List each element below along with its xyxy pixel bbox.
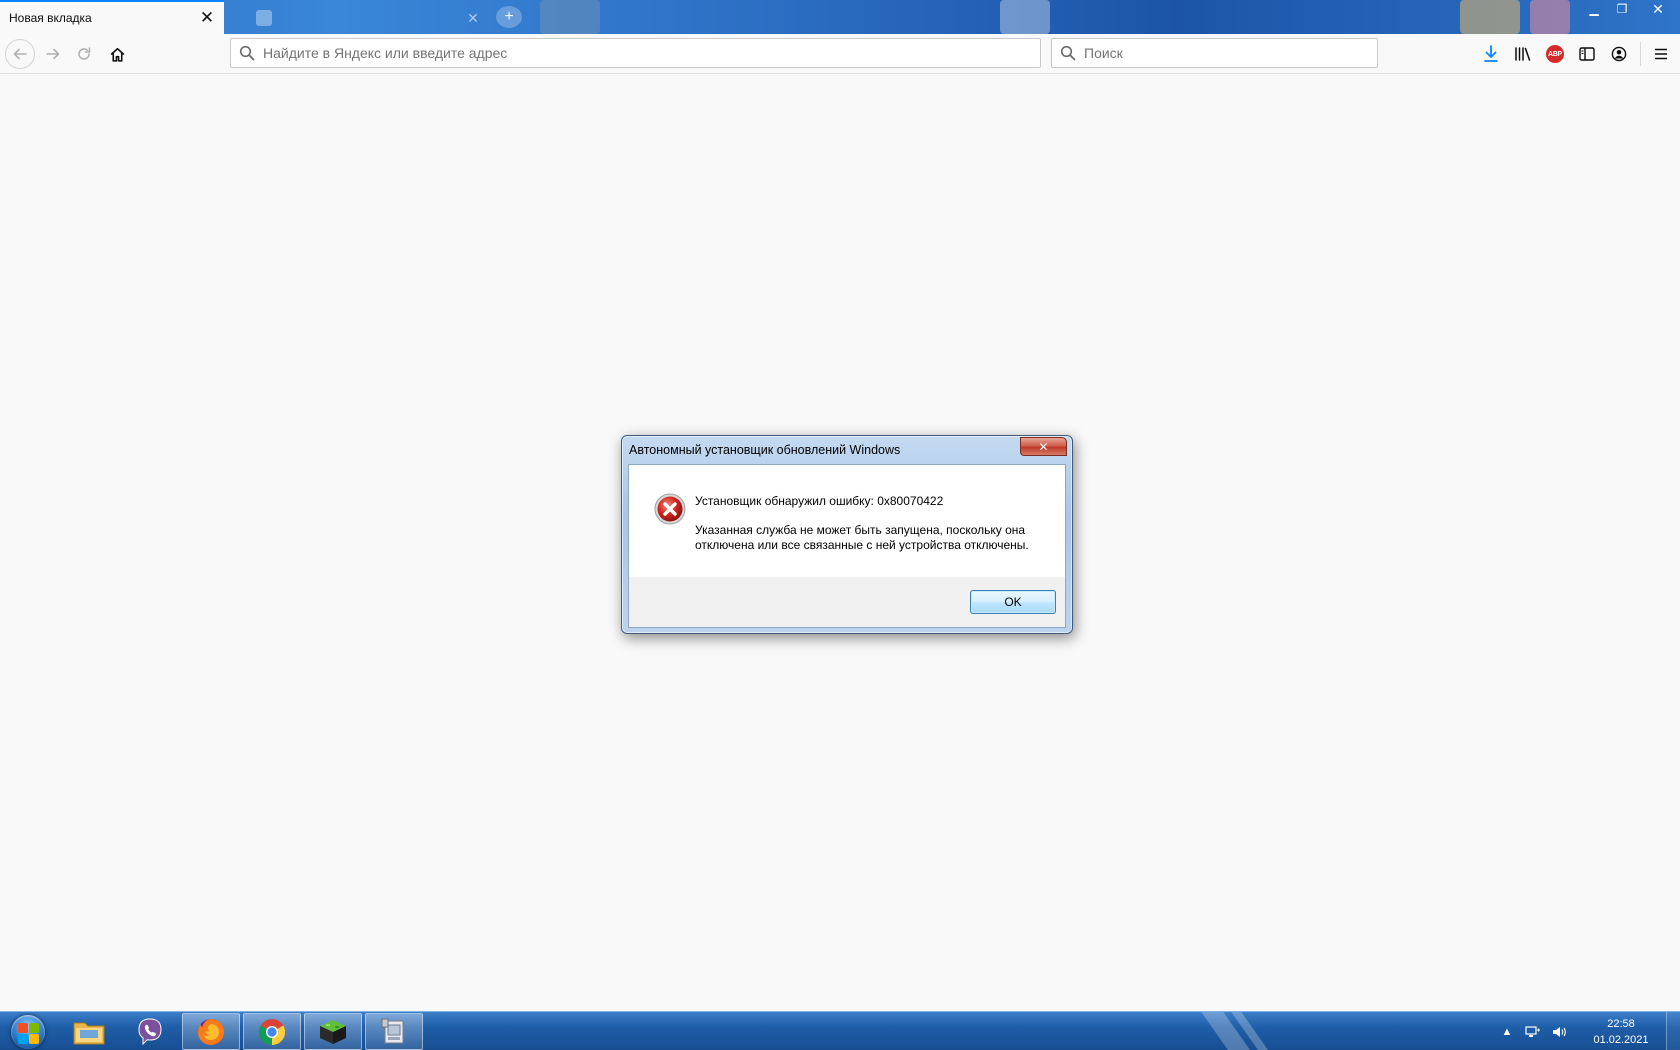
clock[interactable]: 22:58 01.02.2021 (1582, 1016, 1660, 1048)
restore-icon[interactable]: ❐ (1608, 0, 1636, 18)
url-input[interactable] (263, 45, 1040, 61)
search-icon (1052, 45, 1084, 61)
tab-new-tab[interactable]: Новая вкладка ✕ (0, 0, 224, 34)
dialog-heading: Установщик обнаружил ошибку: 0x80070422 (695, 494, 944, 508)
clock-time: 22:58 (1607, 1017, 1635, 1030)
home-icon (110, 47, 124, 62)
hamburger-menu-icon (1655, 48, 1667, 60)
forward-button[interactable] (38, 39, 68, 69)
back-button[interactable] (5, 39, 35, 69)
wallpaper-fragment (1530, 0, 1570, 34)
taskbar-chrome[interactable] (243, 1013, 301, 1050)
dialog-footer: OK (629, 577, 1065, 627)
minecraft-icon (320, 1019, 346, 1044)
windows-logo-icon (11, 1014, 45, 1049)
show-desktop-button[interactable] (1666, 1012, 1680, 1050)
dialog-title: Автономный установщик обновлений Windows (629, 443, 901, 457)
tab-title: Новая вкладка (9, 11, 92, 25)
taskbar-explorer[interactable] (60, 1013, 118, 1050)
account-button[interactable] (1606, 41, 1632, 67)
taskbar-installer[interactable] (365, 1013, 423, 1050)
taskbar-minecraft[interactable] (304, 1013, 362, 1050)
library-button[interactable] (1510, 41, 1536, 67)
dialog-body: Установщик обнаружил ошибку: 0x80070422 … (628, 464, 1066, 628)
clock-date: 01.02.2021 (1593, 1033, 1649, 1046)
sidebar-icon (1579, 47, 1595, 61)
tab-strip: Новая вкладка ✕ ✕ + ▁ ❐ ✕ (0, 0, 1680, 34)
wallpaper-fragment (1000, 0, 1050, 34)
search-icon (231, 45, 263, 61)
start-button[interactable] (6, 1013, 50, 1050)
volume-icon[interactable] (1548, 1021, 1570, 1043)
adblock-button[interactable]: ABP (1542, 41, 1568, 67)
wallpaper-fragment (540, 0, 600, 34)
network-icon[interactable] (1522, 1021, 1544, 1043)
error-dialog: Автономный установщик обновлений Windows… (621, 435, 1073, 634)
reload-button[interactable] (69, 39, 99, 69)
show-hidden-icons-chevron-icon[interactable]: ▲ (1496, 1021, 1518, 1043)
arrow-right-icon (46, 48, 60, 60)
window-close-icon[interactable]: ✕ (1636, 0, 1680, 18)
tab-close-icon[interactable]: ✕ (462, 7, 484, 29)
home-button[interactable] (102, 39, 132, 69)
close-icon: ✕ (1038, 439, 1049, 454)
adblock-plus-icon: ABP (1546, 45, 1564, 63)
download-icon (1484, 45, 1498, 62)
sidebar-button[interactable] (1574, 41, 1600, 67)
dialog-close-button[interactable]: ✕ (1020, 437, 1067, 456)
taskbar: ▲ 22:58 01.02.2021 (0, 1011, 1680, 1050)
toolbar-separator (1640, 42, 1641, 66)
address-bar[interactable] (230, 38, 1041, 68)
wallpaper-fragment (1460, 0, 1520, 34)
tab-close-icon[interactable]: ✕ (196, 7, 218, 29)
system-tray: ▲ 22:58 01.02.2021 (1494, 1012, 1680, 1050)
library-icon (1515, 47, 1531, 61)
viber-icon (138, 1017, 162, 1045)
downloads-button[interactable] (1478, 41, 1504, 67)
chrome-icon (258, 1018, 286, 1045)
minimize-icon[interactable]: ▁ (1580, 0, 1608, 18)
shield-icon (256, 10, 272, 26)
taskbar-viber[interactable] (121, 1013, 179, 1050)
search-input[interactable] (1084, 45, 1377, 61)
dialog-message: Указанная служба не может быть запущена,… (695, 523, 1029, 552)
new-tab-button[interactable]: + (496, 6, 522, 28)
menu-button[interactable] (1648, 41, 1674, 67)
file-explorer-icon (73, 1022, 105, 1044)
firefox-icon (198, 1018, 224, 1045)
reload-icon (78, 47, 91, 60)
tab-background[interactable]: ✕ (226, 2, 490, 34)
installer-icon (381, 1018, 404, 1043)
search-bar[interactable] (1051, 38, 1378, 68)
window-controls: ▁ ❐ ✕ (1580, 0, 1680, 18)
arrow-left-icon (13, 48, 27, 60)
account-icon (1611, 46, 1627, 62)
taskbar-firefox[interactable] (182, 1013, 240, 1050)
navigation-toolbar: ABP (0, 34, 1680, 74)
ok-button[interactable]: OK (970, 590, 1056, 614)
error-icon (654, 493, 686, 525)
